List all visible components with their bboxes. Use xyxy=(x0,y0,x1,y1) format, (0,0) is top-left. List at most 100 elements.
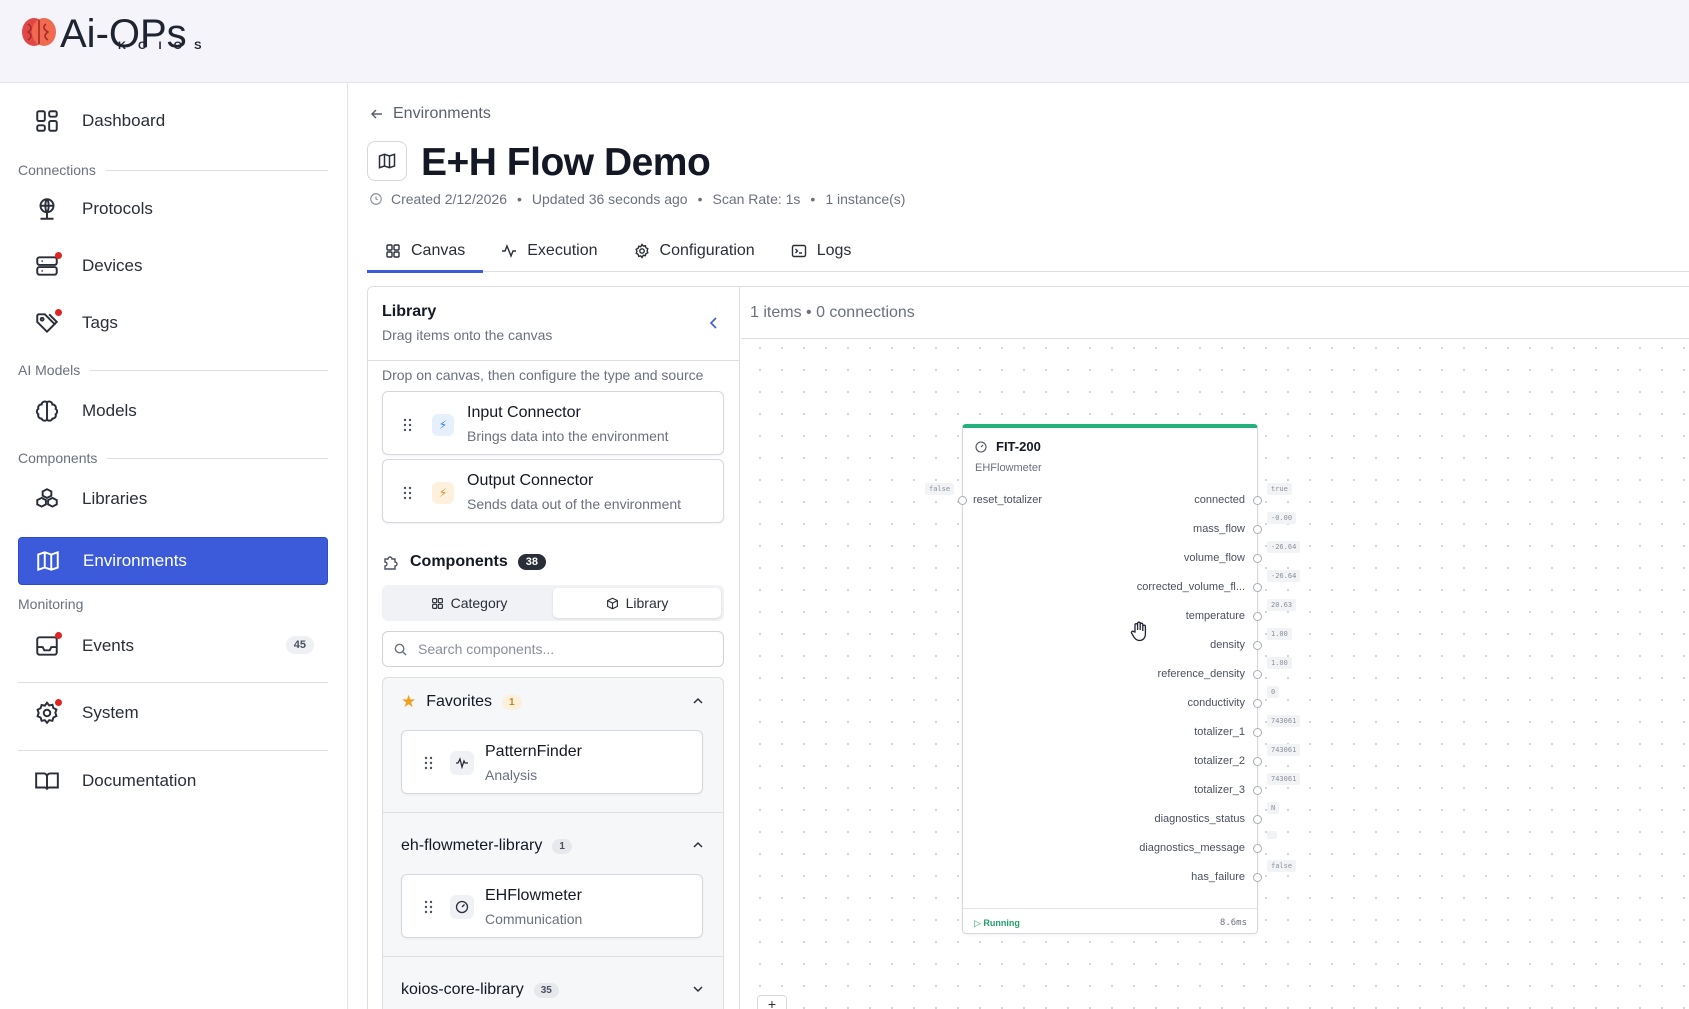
output-port-label: totalizer_3 xyxy=(1194,784,1245,796)
drag-handle-icon[interactable] xyxy=(424,900,434,914)
search-icon xyxy=(394,643,407,656)
meta-separator: • xyxy=(697,191,703,207)
output-port-handle[interactable] xyxy=(1253,496,1262,505)
library-panel: Library Drag items onto the canvas Drop … xyxy=(368,287,740,1009)
group-eh-flowmeter-header[interactable]: eh-flowmeter-library 1 xyxy=(383,822,723,870)
zoom-in-button[interactable]: + xyxy=(757,995,787,1009)
output-port-label: totalizer_2 xyxy=(1194,755,1245,767)
gear-icon xyxy=(634,242,649,259)
input-connector-card[interactable]: ⚡ Input Connector Brings data into the e… xyxy=(382,391,724,455)
output-port-handle[interactable] xyxy=(1253,612,1262,621)
sidebar-item-system[interactable]: System xyxy=(18,689,328,737)
waveform-icon xyxy=(450,751,474,775)
sidebar-item-label: Protocols xyxy=(82,199,153,218)
input-port-label: reset_totalizer xyxy=(973,494,1043,506)
input-port-handle[interactable] xyxy=(958,496,967,505)
brain-icon xyxy=(34,398,60,424)
drag-handle-icon[interactable] xyxy=(403,486,413,500)
tab-logs[interactable]: Logs xyxy=(773,229,870,272)
section-label-text: Monitoring xyxy=(18,596,84,612)
component-card-patternfinder[interactable]: PatternFinder Analysis xyxy=(401,730,703,794)
node-header: FIT-200 xyxy=(975,439,1041,454)
tab-configuration[interactable]: Configuration xyxy=(616,229,773,272)
group-favorites-header[interactable]: ★ Favorites 1 xyxy=(383,678,723,726)
group-divider xyxy=(383,812,723,813)
output-port-handle[interactable] xyxy=(1253,670,1262,679)
instance-count: 1 instance(s) xyxy=(825,191,906,207)
environment-icon-button[interactable] xyxy=(367,141,407,181)
sidebar-item-libraries[interactable]: Libraries xyxy=(18,475,328,523)
group-koios-core-header[interactable]: koios-core-library 35 xyxy=(383,966,723,1009)
component-category: Analysis xyxy=(485,767,538,783)
gear-icon xyxy=(34,699,62,726)
output-port-label: diagnostics_message xyxy=(1139,842,1245,854)
chevron-left-icon[interactable] xyxy=(706,315,722,331)
output-port-handle[interactable] xyxy=(1253,757,1262,766)
connector-desc: Sends data out of the environment xyxy=(467,496,682,512)
output-port-handle[interactable] xyxy=(1253,873,1262,882)
chevron-up-icon[interactable] xyxy=(691,838,705,852)
library-title: Library xyxy=(382,303,437,320)
chevron-up-icon[interactable] xyxy=(691,694,705,708)
sidebar-item-tags[interactable]: Tags xyxy=(18,299,328,347)
output-port-label: diagnostics_status xyxy=(1154,813,1246,825)
sidebar-item-protocols[interactable]: Protocols xyxy=(18,185,328,233)
component-name: EHFlowmeter xyxy=(485,887,582,904)
sidebar-item-models[interactable]: Models xyxy=(18,387,328,435)
scan-rate: Scan Rate: 1s xyxy=(712,191,801,207)
component-search[interactable] xyxy=(382,631,724,667)
search-input[interactable] xyxy=(418,641,708,657)
chevron-down-icon[interactable] xyxy=(691,982,705,996)
component-name: PatternFinder xyxy=(485,743,582,760)
output-port-value xyxy=(1267,831,1277,839)
library-view-button[interactable]: Library xyxy=(553,588,721,618)
sidebar-item-events[interactable]: Events 45 xyxy=(18,622,328,670)
output-port-handle[interactable] xyxy=(1253,525,1262,534)
arrow-left-icon xyxy=(370,109,382,119)
component-category: Communication xyxy=(485,911,583,927)
sidebar-item-label: Libraries xyxy=(82,489,148,508)
output-port-handle[interactable] xyxy=(1253,699,1262,708)
flow-node-fit-200[interactable]: FIT-200 EHFlowmeter ▷ Running 8.6ms rese… xyxy=(925,424,1301,934)
output-port-handle[interactable] xyxy=(1253,786,1262,795)
output-port-value: false xyxy=(1267,860,1297,872)
output-port-value: 743061 xyxy=(1267,773,1301,785)
output-port-value: 1.00 xyxy=(1267,657,1292,669)
section-monitoring: Monitoring xyxy=(18,596,328,612)
output-port-handle[interactable] xyxy=(1253,844,1262,853)
group-name: eh-flowmeter-library xyxy=(401,837,543,854)
tab-execution[interactable]: Execution xyxy=(483,229,615,272)
alert-dot xyxy=(55,309,62,316)
section-label-text: Connections xyxy=(18,162,96,178)
sidebar-item-documentation[interactable]: Documentation xyxy=(18,757,328,805)
output-connector-card[interactable]: ⚡ Output Connector Sends data out of the… xyxy=(382,459,724,523)
sidebar-item-label: Dashboard xyxy=(82,111,166,130)
output-port-handle[interactable] xyxy=(1253,815,1262,824)
drag-handle-icon[interactable] xyxy=(424,756,434,770)
sidebar-item-environments[interactable]: Environments xyxy=(18,537,328,585)
drag-handle-icon[interactable] xyxy=(403,418,413,432)
book-icon xyxy=(34,768,60,794)
output-port-handle[interactable] xyxy=(1253,641,1262,650)
component-card-ehflowmeter[interactable]: EHFlowmeter Communication xyxy=(401,874,703,938)
flow-canvas[interactable]: 1 items • 0 connections FIT-200 EHFlowme… xyxy=(741,287,1689,1009)
sidebar-item-dashboard[interactable]: Dashboard xyxy=(18,97,328,145)
alert-dot xyxy=(55,252,62,259)
output-port-label: mass_flow xyxy=(1193,523,1245,535)
output-port-label: connected xyxy=(1194,494,1245,506)
output-port-handle[interactable] xyxy=(1253,554,1262,563)
tab-label: Execution xyxy=(527,241,598,259)
sidebar-item-label: Tags xyxy=(82,313,118,332)
sidebar-item-devices[interactable]: Devices xyxy=(18,242,328,290)
output-port-value: 0 xyxy=(1267,686,1280,698)
section-components: Components xyxy=(18,450,328,466)
output-port-value: -26.64 xyxy=(1267,570,1301,582)
output-port-handle[interactable] xyxy=(1253,728,1262,737)
tab-label: Logs xyxy=(816,241,852,259)
tab-canvas[interactable]: Canvas xyxy=(367,229,484,273)
components-header: Components 38 xyxy=(382,553,547,571)
breadcrumb[interactable]: Environments xyxy=(369,105,491,123)
output-port-handle[interactable] xyxy=(1253,583,1262,592)
breadcrumb-label: Environments xyxy=(393,105,491,122)
category-view-button[interactable]: Category xyxy=(385,588,553,618)
